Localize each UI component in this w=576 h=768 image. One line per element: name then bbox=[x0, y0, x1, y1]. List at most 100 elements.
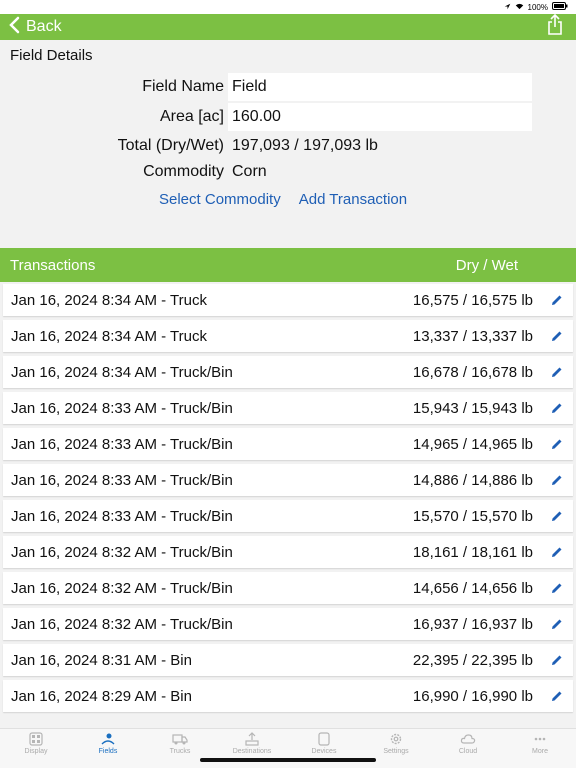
transaction-description: Jan 16, 2024 8:34 AM - Truck bbox=[11, 291, 207, 309]
pencil-icon[interactable] bbox=[551, 689, 565, 703]
devices-icon bbox=[316, 732, 332, 746]
transaction-description: Jan 16, 2024 8:34 AM - Truck bbox=[11, 327, 207, 345]
location-icon bbox=[504, 3, 511, 12]
transaction-weight: 16,990 / 16,990 lb bbox=[412, 687, 533, 705]
transaction-description: Jan 16, 2024 8:32 AM - Truck/Bin bbox=[11, 615, 233, 633]
more-icon bbox=[532, 732, 548, 746]
tab-label: Settings bbox=[383, 748, 409, 755]
tab-label: Cloud bbox=[458, 748, 478, 755]
back-button[interactable]: Back bbox=[8, 16, 62, 39]
field-name-row: Field Name Field bbox=[0, 72, 576, 102]
back-label: Back bbox=[26, 18, 62, 35]
transaction-weight: 18,161 / 18,161 lb bbox=[412, 543, 533, 561]
total-value: 197,093 / 197,093 lb bbox=[232, 136, 378, 154]
battery-percent: 100% bbox=[527, 2, 548, 12]
cloud-icon bbox=[460, 732, 476, 746]
field-details: Field Name Field Area [ac] 160.00 Total … bbox=[0, 70, 576, 248]
transaction-row[interactable]: Jan 16, 2024 8:33 AM - Truck/Bin 15,570 /… bbox=[3, 500, 573, 532]
transaction-weight: 14,656 / 14,656 lb bbox=[412, 579, 533, 597]
transaction-description: Jan 16, 2024 8:31 AM - Bin bbox=[11, 651, 192, 669]
pencil-icon[interactable] bbox=[551, 329, 565, 343]
transaction-weight: 16,678 / 16,678 lb bbox=[412, 363, 533, 381]
nav-bar: Back bbox=[0, 13, 576, 41]
tab-trucks[interactable]: Trucks bbox=[144, 729, 216, 768]
wifi-icon bbox=[515, 3, 524, 12]
transaction-row[interactable]: Jan 16, 2024 8:33 AM - Truck/Bin 14,965 /… bbox=[3, 428, 573, 460]
tab-label: Trucks bbox=[169, 748, 191, 755]
tab-cloud[interactable]: Cloud bbox=[432, 729, 504, 768]
transactions-list: Jan 16, 2024 8:34 AM - Truck 16,575 / 16,… bbox=[0, 282, 576, 712]
transaction-description: Jan 16, 2024 8:32 AM - Truck/Bin bbox=[11, 543, 233, 561]
transaction-row[interactable]: Jan 16, 2024 8:32 AM - Truck/Bin 16,937 /… bbox=[3, 608, 573, 640]
transaction-weight: 16,575 / 16,575 lb bbox=[412, 291, 533, 309]
pencil-icon[interactable] bbox=[551, 653, 565, 667]
tab-settings[interactable]: Settings bbox=[360, 729, 432, 768]
commodity-row: Commodity Corn bbox=[0, 159, 576, 185]
transaction-row[interactable]: Jan 16, 2024 8:34 AM - Truck 16,575 / 16,… bbox=[3, 284, 573, 316]
transaction-description: Jan 16, 2024 8:33 AM - Truck/Bin bbox=[11, 471, 233, 489]
transaction-weight: 15,570 / 15,570 lb bbox=[412, 507, 533, 525]
tab-more[interactable]: More bbox=[504, 729, 576, 768]
area-input[interactable]: 160.00 bbox=[228, 103, 532, 131]
tab-label: Destinations bbox=[232, 748, 272, 755]
tab-label: More bbox=[532, 748, 548, 755]
page-title: Field Details bbox=[0, 40, 576, 70]
pencil-icon[interactable] bbox=[551, 365, 565, 379]
display-icon bbox=[28, 732, 44, 746]
destinations-icon bbox=[244, 732, 260, 746]
transaction-weight: 14,965 / 14,965 lb bbox=[412, 435, 533, 453]
transaction-row[interactable]: Jan 16, 2024 8:32 AM - Truck/Bin 14,656 /… bbox=[3, 572, 573, 604]
pencil-icon[interactable] bbox=[551, 509, 565, 523]
transaction-row[interactable]: Jan 16, 2024 8:33 AM - Truck/Bin 15,943 /… bbox=[3, 392, 573, 424]
transaction-weight: 22,395 / 22,395 lb bbox=[412, 651, 533, 669]
field-name-label: Field Name bbox=[142, 78, 224, 95]
tab-bar: Display Fields Trucks Destinations Devices Se… bbox=[0, 728, 576, 768]
total-row: Total (Dry/Wet) 197,093 / 197,093 lb bbox=[0, 132, 576, 159]
transaction-description: Jan 16, 2024 8:29 AM - Bin bbox=[11, 687, 192, 705]
transaction-weight: 16,937 / 16,937 lb bbox=[412, 615, 533, 633]
tab-label: Devices bbox=[311, 748, 337, 755]
share-icon bbox=[546, 13, 564, 41]
total-label: Total (Dry/Wet) bbox=[117, 136, 224, 154]
transactions-header-label: Transactions bbox=[10, 256, 96, 274]
transaction-row[interactable]: Jan 16, 2024 8:34 AM - Truck/Bin 16,678 /… bbox=[3, 356, 573, 388]
transaction-description: Jan 16, 2024 8:32 AM - Truck/Bin bbox=[11, 579, 233, 597]
transaction-row[interactable]: Jan 16, 2024 8:34 AM - Truck 13,337 / 13,… bbox=[3, 320, 573, 352]
commodity-value: Corn bbox=[232, 163, 267, 180]
area-label: Area [ac] bbox=[159, 108, 224, 125]
fields-icon bbox=[100, 732, 116, 746]
tab-display[interactable]: Display bbox=[0, 729, 72, 768]
share-button[interactable] bbox=[546, 13, 564, 41]
field-name-input[interactable]: Field bbox=[228, 73, 532, 101]
pencil-icon[interactable] bbox=[551, 401, 565, 415]
add-transaction-link[interactable]: Add Transaction bbox=[299, 191, 407, 208]
pencil-icon[interactable] bbox=[551, 617, 565, 631]
transactions-header: Transactions Dry / Wet bbox=[0, 248, 576, 282]
field-actions: Select Commodity Add Transaction bbox=[0, 185, 576, 213]
dry-wet-header-label: Dry / Wet bbox=[455, 256, 518, 274]
pencil-icon[interactable] bbox=[551, 581, 565, 595]
tab-label: Display bbox=[24, 748, 48, 755]
transaction-description: Jan 16, 2024 8:34 AM - Truck/Bin bbox=[11, 363, 233, 381]
pencil-icon[interactable] bbox=[551, 437, 565, 451]
pencil-icon[interactable] bbox=[551, 545, 565, 559]
transaction-description: Jan 16, 2024 8:33 AM - Truck/Bin bbox=[11, 399, 233, 417]
tab-fields[interactable]: Fields bbox=[72, 729, 144, 768]
transaction-row[interactable]: Jan 16, 2024 8:32 AM - Truck/Bin 18,161 /… bbox=[3, 536, 573, 568]
transaction-row[interactable]: Jan 16, 2024 8:33 AM - Truck/Bin 14,886 /… bbox=[3, 464, 573, 496]
transaction-description: Jan 16, 2024 8:33 AM - Truck/Bin bbox=[11, 435, 233, 453]
status-bar: 100% bbox=[0, 0, 576, 14]
truck-icon bbox=[172, 732, 188, 746]
select-commodity-link[interactable]: Select Commodity bbox=[159, 191, 281, 208]
battery-icon bbox=[552, 2, 568, 12]
transaction-weight: 15,943 / 15,943 lb bbox=[412, 399, 533, 417]
tab-devices[interactable]: Devices bbox=[288, 729, 360, 768]
transaction-row[interactable]: Jan 16, 2024 8:29 AM - Bin 16,990 / 16,99… bbox=[3, 680, 573, 712]
transaction-row[interactable]: Jan 16, 2024 8:31 AM - Bin 22,395 / 22,39… bbox=[3, 644, 573, 676]
pencil-icon[interactable] bbox=[551, 293, 565, 307]
chevron-left-icon bbox=[8, 16, 20, 39]
gear-icon bbox=[388, 732, 404, 746]
tab-destinations[interactable]: Destinations bbox=[216, 729, 288, 768]
transaction-weight: 13,337 / 13,337 lb bbox=[412, 327, 533, 345]
pencil-icon[interactable] bbox=[551, 473, 565, 487]
